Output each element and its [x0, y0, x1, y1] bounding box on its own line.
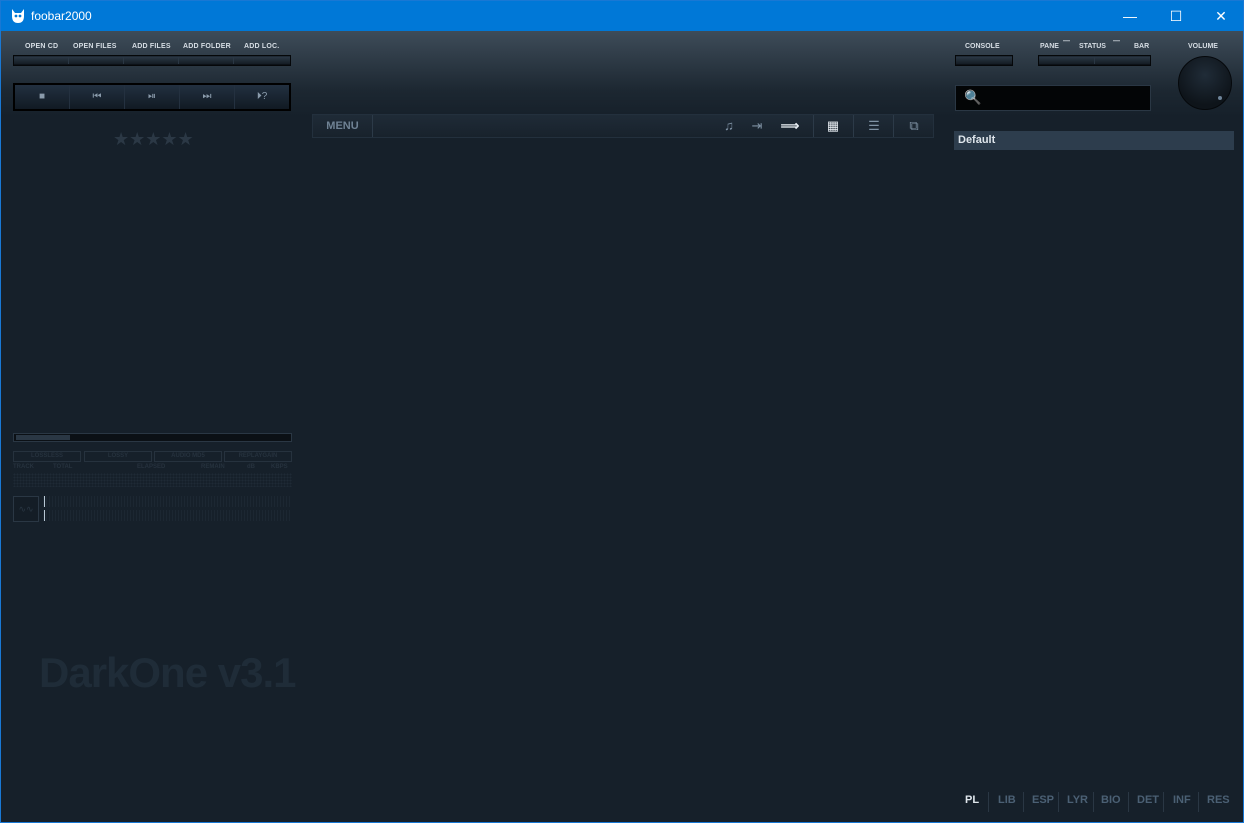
volume-knob[interactable]: [1178, 56, 1232, 110]
pane-status-bar-strip: [1038, 55, 1151, 66]
add-folder-label: ADD FOLDER: [183, 43, 231, 50]
add-files-label: ADD FILES: [132, 43, 171, 50]
tab-det[interactable]: DET: [1137, 794, 1159, 806]
vu-right-level: [44, 510, 45, 521]
info-dot-display: [13, 473, 292, 487]
open-cd-label: OPEN CD: [25, 43, 59, 50]
toolbar-separator: [893, 115, 894, 137]
tab-lib[interactable]: LIB: [998, 794, 1016, 806]
volume-label: VOLUME: [1188, 43, 1218, 50]
next-button[interactable]: ⏭: [180, 85, 235, 109]
import-icon[interactable]: ⇥: [747, 115, 767, 137]
total-label: TOTAL: [53, 464, 73, 470]
toolbar-separator: [853, 115, 854, 137]
seek-bar[interactable]: [13, 433, 292, 442]
audio-md5-indicator: AUDIO MD5: [154, 451, 222, 462]
play-pause-button[interactable]: ⏯: [125, 85, 180, 109]
music-note-icon[interactable]: ♫: [719, 115, 739, 137]
playlist-item-default[interactable]: Default: [954, 131, 1234, 150]
tab-separator: [1128, 792, 1129, 812]
window-title: foobar2000: [31, 9, 92, 23]
seek-knob[interactable]: [16, 435, 70, 440]
pane-label: PANE: [1040, 43, 1059, 50]
elapsed-label: ELAPSED: [137, 464, 166, 470]
status-bar-divider: —: [1113, 38, 1120, 45]
rating-stars[interactable]: ★★★★★: [113, 129, 194, 150]
foobar-logo-icon: [12, 9, 24, 23]
search-icon: 🔍: [964, 89, 982, 105]
open-files-label: OPEN FILES: [73, 43, 117, 50]
minimize-button[interactable]: —: [1107, 1, 1153, 31]
list-view-icon[interactable]: ☰: [862, 115, 886, 137]
tab-esp[interactable]: ESP: [1032, 794, 1054, 806]
grid-view-icon[interactable]: ▦: [821, 115, 845, 137]
console-label: CONSOLE: [965, 43, 1000, 50]
window-icon[interactable]: ⧉: [902, 115, 926, 137]
center-toolbar: MENU ♫ ⇥ ⟹ ▦ ☰ ⧉: [312, 114, 934, 138]
arrow-icon[interactable]: ⟹: [777, 115, 803, 137]
track-label: TRACK: [13, 464, 34, 470]
pane-toggle-button[interactable]: [1039, 57, 1095, 64]
vu-meter-right: [43, 510, 292, 521]
waveform-icon[interactable]: ∿∿: [13, 496, 39, 522]
volume-knob-indicator: [1218, 96, 1222, 100]
tab-bio[interactable]: BIO: [1101, 794, 1121, 806]
status-label: STATUS: [1079, 43, 1106, 50]
tab-separator: [1163, 792, 1164, 812]
maximize-button[interactable]: ☐: [1153, 1, 1199, 31]
bar-label: BAR: [1134, 43, 1150, 50]
previous-button[interactable]: ⏮: [70, 85, 125, 109]
tab-separator: [1093, 792, 1094, 812]
transport-controls: ■ ⏮ ⏯ ⏭ ⏵?: [13, 83, 291, 111]
status-bar-toggle-button[interactable]: [1095, 57, 1150, 64]
kbps-label: KBPS: [271, 464, 288, 470]
tab-inf[interactable]: INF: [1173, 794, 1191, 806]
skin-watermark: DarkOne v3.1: [39, 649, 296, 696]
close-button[interactable]: ✕: [1198, 1, 1244, 31]
open-files-button[interactable]: [69, 57, 124, 64]
db-label: dB: [247, 464, 255, 470]
console-button[interactable]: [955, 55, 1013, 66]
title-bar[interactable]: foobar2000 — ☐ ✕: [1, 1, 1243, 31]
menu-button[interactable]: MENU: [313, 115, 373, 137]
tab-lyr[interactable]: LYR: [1067, 794, 1088, 806]
tab-pl[interactable]: PL: [965, 794, 979, 806]
stop-button[interactable]: ■: [15, 85, 70, 109]
file-buttons-strip: [13, 55, 291, 66]
tab-separator: [988, 792, 989, 812]
lossless-indicator: LOSSLESS: [13, 451, 81, 462]
toolbar-separator: [813, 115, 814, 137]
remain-label: REMAIN: [201, 464, 225, 470]
search-box[interactable]: 🔍: [955, 85, 1151, 111]
open-cd-button[interactable]: [14, 57, 69, 64]
pane-status-divider: —: [1063, 38, 1070, 45]
random-button[interactable]: ⏵?: [235, 85, 289, 109]
vu-left-level: [44, 496, 45, 507]
add-files-button[interactable]: [124, 57, 179, 64]
replaygain-indicator: REPLAYGAIN: [224, 451, 292, 462]
tab-separator: [1058, 792, 1059, 812]
add-location-button[interactable]: [234, 57, 290, 64]
vu-meter-left: [43, 496, 292, 507]
lossy-indicator: LOSSY: [84, 451, 152, 462]
app-window: foobar2000 — ☐ ✕ OPEN CD OPEN FILES ADD …: [0, 0, 1244, 823]
console-button-face[interactable]: [956, 57, 1012, 64]
add-location-label: ADD LOC.: [244, 43, 280, 50]
tab-separator: [1023, 792, 1024, 812]
tab-res[interactable]: RES: [1207, 794, 1230, 806]
add-folder-button[interactable]: [179, 57, 234, 64]
tab-separator: [1198, 792, 1199, 812]
